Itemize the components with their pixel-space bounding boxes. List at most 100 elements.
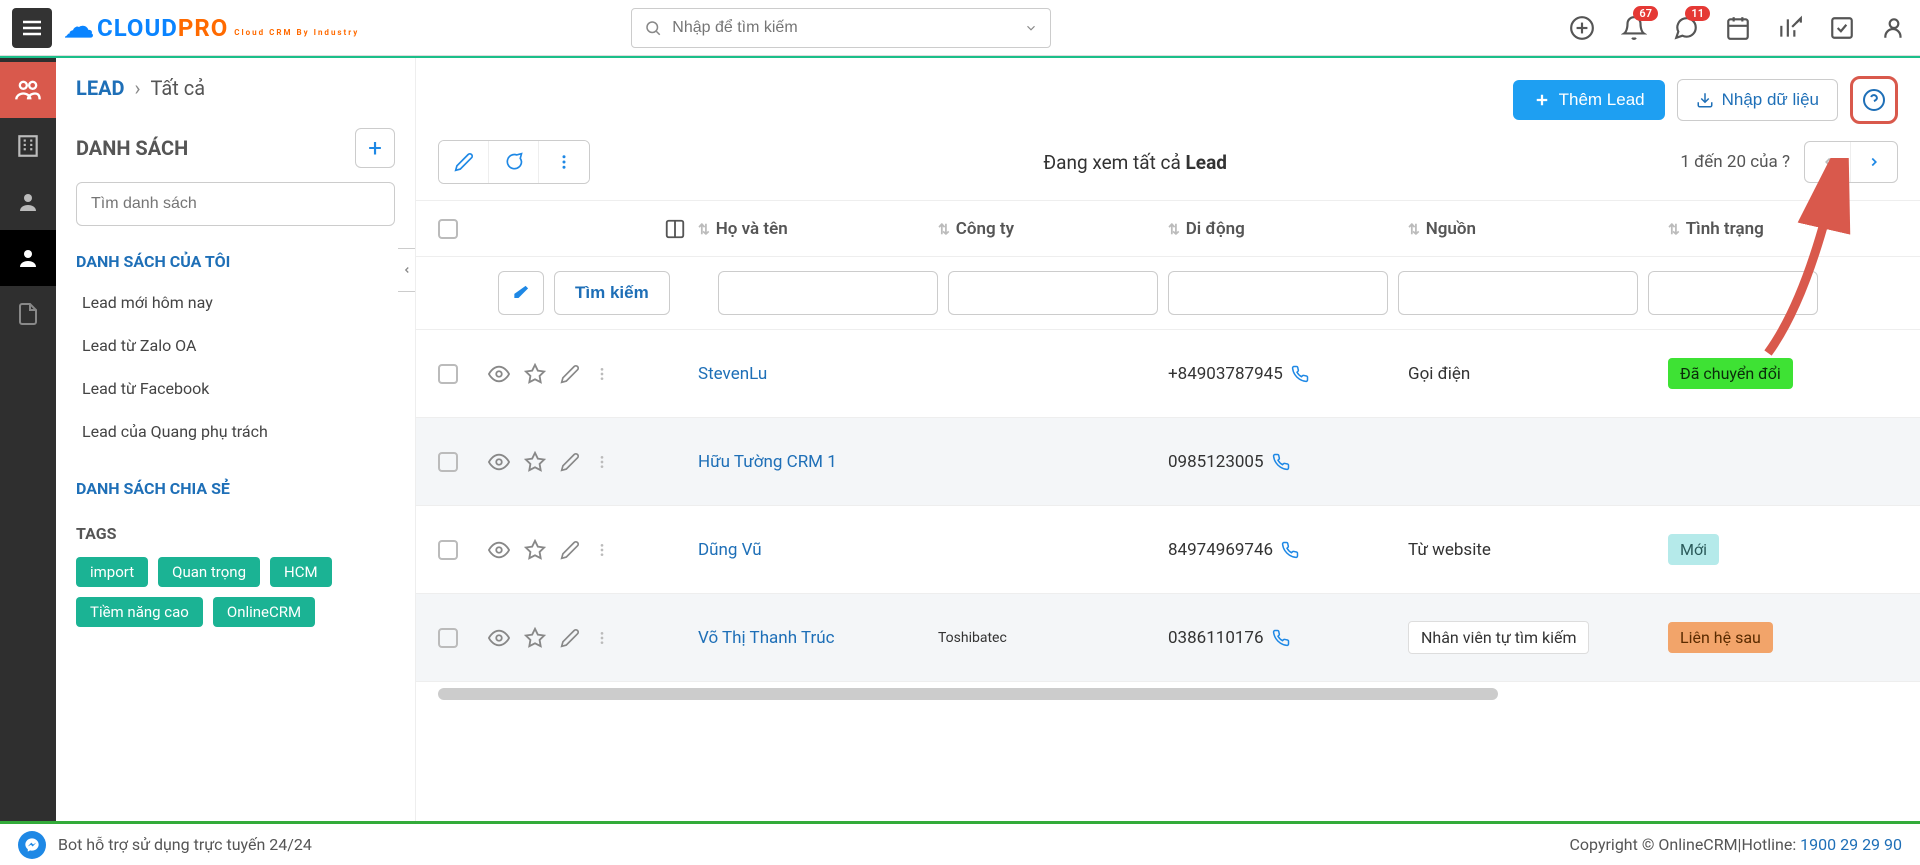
pencil-icon[interactable] [560,452,580,472]
pager-next-button[interactable] [1851,142,1897,182]
star-icon[interactable] [524,451,546,473]
pencil-icon[interactable] [560,364,580,384]
task-icon[interactable] [1828,14,1856,42]
rail-item-document[interactable] [0,286,56,342]
column-status[interactable]: ⇅Tình trạng [1668,219,1858,239]
chat-icon[interactable]: 11 [1672,14,1700,42]
rail-item-contact[interactable] [0,230,56,286]
list-item[interactable]: Lead mới hôm nay [76,281,395,324]
chevron-down-icon[interactable] [1024,21,1038,35]
shared-lists-title[interactable]: DANH SÁCH CHIA SẺ [76,479,395,498]
comment-tool-button[interactable] [489,141,539,183]
lead-name-link[interactable]: Võ Thị Thanh Trúc [698,628,835,648]
pencil-icon[interactable] [560,540,580,560]
phone-icon[interactable] [1272,453,1290,471]
search-list-input[interactable] [76,182,395,226]
more-icon[interactable] [594,364,610,384]
import-button[interactable]: Nhập dữ liệu [1677,79,1838,121]
mobile-text: 0386110176 [1168,628,1408,648]
list-item[interactable]: Lead từ Facebook [76,367,395,410]
phone-icon[interactable] [1281,541,1299,559]
rail-item-building[interactable] [0,118,56,174]
table-row: Dũng Vũ84974969746 Từ websiteMới [416,506,1920,594]
select-all-checkbox[interactable] [438,219,458,239]
table-header: ⇅Họ và tên ⇅Công ty ⇅Di động ⇅Nguồn ⇅Tìn… [416,201,1920,257]
column-source[interactable]: ⇅Nguồn [1408,219,1668,239]
tag-chip[interactable]: import [76,557,148,587]
star-icon[interactable] [524,363,546,385]
lead-name-link[interactable]: Dũng Vũ [698,540,762,560]
hamburger-menu[interactable] [12,8,52,48]
pencil-icon [454,152,474,172]
calendar-icon[interactable] [1724,14,1752,42]
rail-item-leads[interactable] [0,62,56,118]
more-tool-button[interactable] [539,141,589,183]
star-icon[interactable] [524,627,546,649]
filter-source-input[interactable] [1398,271,1638,315]
list-item[interactable]: Lead từ Zalo OA [76,324,395,367]
mobile-text: 84974969746 [1168,540,1408,560]
more-icon[interactable] [594,452,610,472]
phone-icon[interactable] [1272,629,1290,647]
add-lead-button[interactable]: Thêm Lead [1513,80,1665,120]
column-mobile[interactable]: ⇅Di động [1168,219,1408,239]
row-checkbox[interactable] [438,628,458,648]
logo[interactable]: ☁ CLOUDPRO Cloud CRM By Industry [64,10,359,45]
copyright: Copyright © OnlineCRM|Hotline: 1900 29 2… [1570,835,1903,854]
column-company[interactable]: ⇅Công ty [938,219,1168,239]
tag-chip[interactable]: OnlineCRM [213,597,315,627]
rail-item-person[interactable] [0,174,56,230]
eye-icon[interactable] [488,627,510,649]
filter-search-button[interactable]: Tìm kiếm [554,271,670,315]
horizontal-scrollbar[interactable] [438,688,1498,700]
filter-status-input[interactable] [1648,271,1818,315]
bell-icon[interactable]: 67 [1620,14,1648,42]
row-checkbox[interactable] [438,452,458,472]
lead-name-link[interactable]: StevenLu [698,364,767,384]
eye-icon[interactable] [488,363,510,385]
tags-container: import Quan trọng HCM Tiềm năng cao Onli… [76,557,395,627]
chat-badge: 11 [1685,6,1710,21]
list-item[interactable]: Lead của Quang phụ trách [76,410,395,453]
column-name[interactable]: ⇅Họ và tên [698,219,938,239]
tag-chip[interactable]: Tiềm năng cao [76,597,203,627]
tag-chip[interactable]: HCM [270,557,332,587]
more-icon[interactable] [594,540,610,560]
filter-name-input[interactable] [718,271,938,315]
filter-company-input[interactable] [948,271,1158,315]
lead-name-link[interactable]: Hữu Tường CRM 1 [698,452,837,472]
edit-tool-button[interactable] [439,141,489,183]
eye-icon[interactable] [488,539,510,561]
row-checkbox[interactable] [438,364,458,384]
layout-icon[interactable] [664,218,686,240]
global-search-input[interactable] [672,19,1014,37]
help-button[interactable] [1850,76,1898,124]
tag-chip[interactable]: Quan trọng [158,557,260,587]
add-icon[interactable] [1568,14,1596,42]
hotline-link[interactable]: 1900 29 29 90 [1800,835,1902,854]
user-icon[interactable] [1880,14,1908,42]
status-badge: Đã chuyển đổi [1668,358,1793,389]
pager-prev-button[interactable] [1805,142,1851,182]
mobile-text: 0985123005 [1168,452,1408,472]
filter-mobile-input[interactable] [1168,271,1388,315]
breadcrumb-lead[interactable]: LEAD [76,76,125,100]
stats-icon[interactable] [1776,14,1804,42]
breadcrumb-all: Tất cả [151,76,206,100]
eye-icon[interactable] [488,451,510,473]
add-list-button[interactable]: + [355,128,395,168]
pencil-icon[interactable] [560,628,580,648]
messenger-icon[interactable] [18,831,46,859]
clear-filters-button[interactable] [498,271,544,315]
my-lists-title[interactable]: DANH SÁCH CỦA TÔI [76,252,395,271]
star-icon[interactable] [524,539,546,561]
more-icon[interactable] [594,628,610,648]
left-rail [0,58,56,821]
global-search[interactable] [631,8,1051,48]
comment-icon [504,152,524,172]
phone-icon[interactable] [1291,365,1309,383]
chevron-right-icon: › [135,76,141,100]
row-checkbox[interactable] [438,540,458,560]
collapse-sidebar-button[interactable] [398,248,416,292]
bot-label: Bot hỗ trợ sử dụng trực tuyến 24/24 [58,835,312,854]
